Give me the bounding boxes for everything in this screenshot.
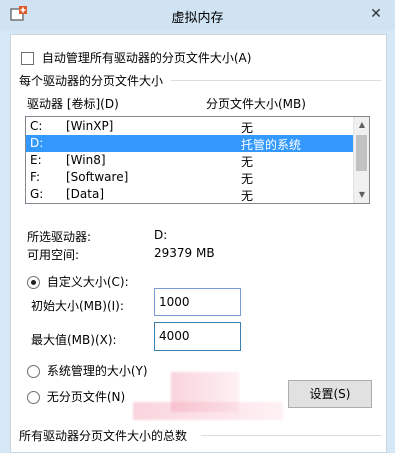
selected-drive-value: D: — [154, 228, 168, 242]
virtual-memory-dialog: 虚拟内存 ✕ 自动管理所有驱动器的分页文件大小(A) 每个驱动器的分页文件大小 … — [0, 0, 395, 453]
no-paging-radio[interactable] — [27, 391, 40, 404]
scroll-thumb[interactable] — [356, 135, 367, 171]
drive-letter: E: — [30, 153, 42, 167]
drive-row-f[interactable]: F: [Software] 无 — [26, 169, 354, 186]
drive-letter: G: — [30, 187, 44, 201]
no-paging-label: 无分页文件(N) — [46, 390, 126, 404]
size-column-header: 分页文件大小(MB) — [206, 97, 306, 111]
title-bar: 虚拟内存 ✕ — [0, 0, 395, 30]
drive-listbox[interactable]: C: [WinXP] 无 D: 托管的系统 E: [Win8] 无 F: [So… — [25, 116, 370, 204]
drive-letter: D: — [30, 136, 44, 150]
drive-size: 无 — [241, 189, 254, 203]
initial-size-input[interactable]: 1000 — [154, 288, 241, 316]
list-scrollbar[interactable]: ▲ ▼ — [353, 117, 369, 203]
drive-row-d[interactable]: D: 托管的系统 — [26, 135, 354, 152]
auto-manage-label: 自动管理所有驱动器的分页文件大小(A) — [41, 51, 252, 65]
drive-volume: [Win8] — [66, 153, 106, 167]
drive-letter: F: — [30, 170, 41, 184]
custom-size-row[interactable]: 自定义大小(C): — [27, 273, 129, 290]
drive-size: 无 — [241, 121, 254, 135]
no-paging-row[interactable]: 无分页文件(N) — [27, 388, 125, 405]
total-group-label: 所有驱动器分页文件大小的总数 — [19, 429, 188, 443]
system-managed-row[interactable]: 系统管理的大小(Y) — [27, 362, 148, 379]
custom-size-radio[interactable] — [27, 276, 40, 289]
system-managed-label: 系统管理的大小(Y) — [46, 364, 148, 378]
max-size-input[interactable]: 4000 — [154, 322, 241, 351]
set-button[interactable]: 设置(S) — [288, 380, 372, 408]
auto-manage-row[interactable]: 自动管理所有驱动器的分页文件大小(A) — [21, 49, 251, 66]
drive-volume: [Software] — [66, 170, 129, 184]
drive-volume: [WinXP] — [66, 119, 114, 133]
dialog-content: 自动管理所有驱动器的分页文件大小(A) 每个驱动器的分页文件大小 驱动器 [卷标… — [10, 34, 387, 453]
group-divider — [201, 435, 381, 436]
drive-row-g[interactable]: G: [Data] 无 — [26, 186, 354, 203]
drive-letter: C: — [30, 119, 43, 133]
drive-volume: [Data] — [66, 187, 105, 201]
max-size-label: 最大值(MB)(X): — [31, 333, 117, 347]
auto-manage-checkbox[interactable] — [21, 52, 34, 65]
drive-size: 无 — [241, 155, 254, 169]
selected-drive-label: 所选驱动器: — [27, 230, 92, 244]
custom-size-label: 自定义大小(C): — [46, 275, 129, 289]
system-managed-radio[interactable] — [27, 365, 40, 378]
drive-row-c[interactable]: C: [WinXP] 无 — [26, 118, 354, 135]
free-space-label: 可用空间: — [27, 248, 80, 262]
drive-row-e[interactable]: E: [Win8] 无 — [26, 152, 354, 169]
scroll-up-icon[interactable]: ▲ — [354, 117, 369, 133]
drive-size: 托管的系统 — [241, 138, 302, 152]
initial-size-label: 初始大小(MB)(I): — [31, 299, 124, 313]
drive-size: 无 — [241, 172, 254, 186]
window-title: 虚拟内存 — [171, 11, 224, 26]
close-button[interactable]: ✕ — [365, 4, 387, 24]
per-drive-group-label: 每个驱动器的分页文件大小 — [19, 74, 164, 88]
drive-column-header: 驱动器 [卷标](D) — [27, 97, 119, 111]
group-divider — [171, 80, 381, 81]
watermark-blur — [133, 402, 283, 420]
close-icon: ✕ — [370, 6, 382, 22]
scroll-down-icon[interactable]: ▼ — [354, 187, 369, 203]
free-space-value: 29379 MB — [154, 246, 215, 260]
